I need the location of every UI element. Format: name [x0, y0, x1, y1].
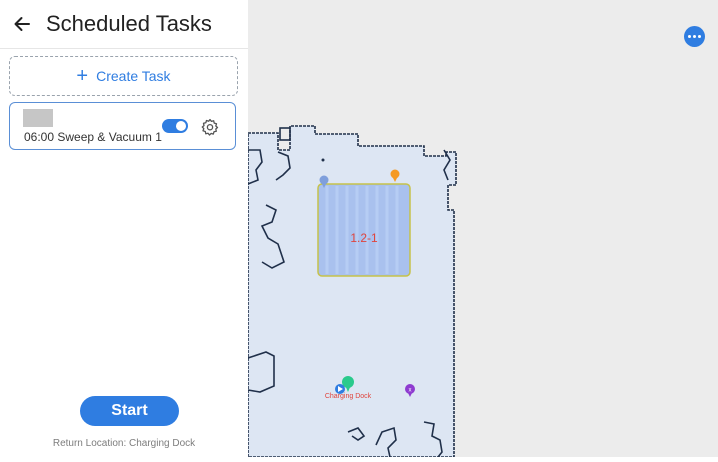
map-view[interactable]: 1.2-1 Charging Dock x [247, 0, 718, 458]
floor-map: 1.2-1 Charging Dock x [247, 125, 457, 458]
arrow-left-icon [14, 17, 30, 31]
zone-label: 1.2-1 [350, 231, 378, 245]
more-options-button[interactable] [684, 26, 705, 47]
return-location-text: Return Location: Charging Dock [52, 438, 196, 449]
obstacle-dot [321, 158, 325, 162]
wall-block [279, 127, 291, 141]
gear-icon [201, 118, 219, 136]
task-card[interactable]: 06:00 Sweep & Vacuum 1 [9, 102, 236, 150]
more-horizontal-icon [687, 35, 702, 38]
schedule-panel: Scheduled Tasks + Create Task 06:00 Swee… [0, 0, 248, 457]
task-label: 06:00 Sweep & Vacuum 1 [24, 130, 162, 144]
task-settings-button[interactable] [200, 117, 220, 137]
page-title: Scheduled Tasks [46, 11, 212, 36]
back-button[interactable] [2, 0, 42, 48]
svg-text:x: x [409, 388, 412, 394]
start-button[interactable]: Start [80, 396, 179, 426]
header: Scheduled Tasks [0, 0, 248, 49]
task-enable-toggle[interactable] [162, 119, 188, 133]
create-task-label: Create Task [96, 68, 171, 84]
create-task-button[interactable]: + Create Task [9, 56, 238, 96]
floor-area [247, 125, 457, 458]
plus-icon: + [76, 65, 89, 87]
toggle-knob [176, 121, 186, 131]
charging-dock-label: Charging Dock [325, 393, 372, 400]
task-thumbnail [23, 109, 53, 127]
cleaning-zone[interactable] [317, 183, 411, 277]
